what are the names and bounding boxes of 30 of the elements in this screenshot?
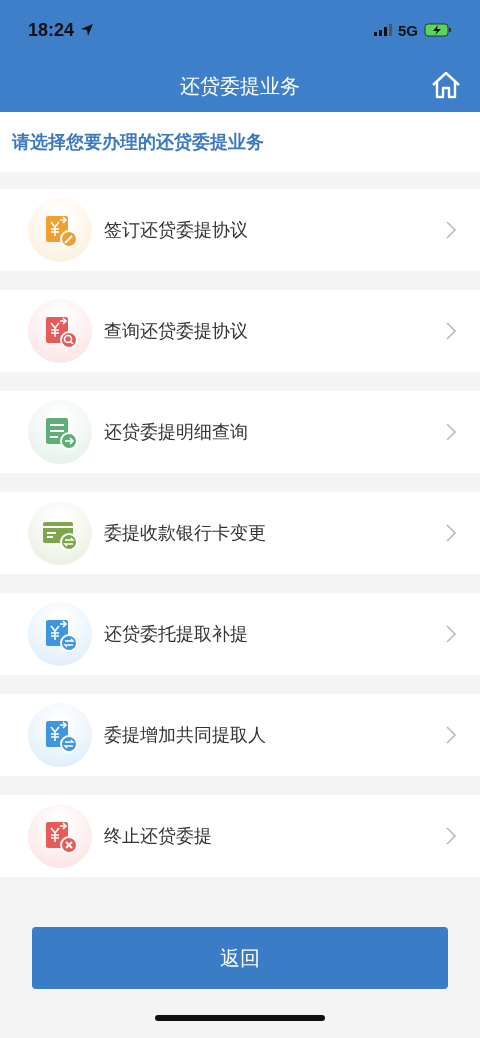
- menu-item[interactable]: 还贷委托提取补提: [0, 593, 480, 675]
- menu-item[interactable]: 还贷委提明细查询: [0, 391, 480, 473]
- menu-item-label: 委提收款银行卡变更: [104, 521, 267, 545]
- chevron-right-icon: [446, 726, 456, 744]
- chevron-right-icon: [446, 221, 456, 239]
- page-title: 还贷委提业务: [180, 72, 300, 100]
- battery-charging-icon: [424, 23, 452, 37]
- location-arrow-icon: [80, 23, 95, 37]
- menu-item-label: 终止还贷委提: [104, 824, 213, 848]
- menu-item[interactable]: 委提收款银行卡变更: [0, 492, 480, 574]
- chevron-right-icon: [446, 625, 456, 643]
- menu-item-label: 还贷委提明细查询: [104, 420, 249, 444]
- menu-item-label: 查询还贷委提协议: [104, 319, 249, 343]
- section-prompt: 请选择您要办理的还贷委提业务: [12, 130, 264, 154]
- menu-item-label: 签订还贷委提协议: [104, 218, 249, 242]
- network-label: 5G: [398, 21, 418, 39]
- chevron-right-icon: [446, 827, 456, 845]
- chevron-right-icon: [446, 423, 456, 441]
- status-time: 18:24: [28, 19, 75, 41]
- menu-item-label: 还贷委托提取补提: [104, 622, 249, 646]
- menu-item[interactable]: 查询还贷委提协议: [0, 290, 480, 372]
- signal-icon: [374, 24, 392, 36]
- chevron-right-icon: [446, 322, 456, 340]
- menu-item[interactable]: 终止还贷委提: [0, 795, 480, 877]
- menu-item[interactable]: 委提增加共同提取人: [0, 694, 480, 776]
- back-button[interactable]: 返回: [32, 927, 448, 989]
- home-button[interactable]: [430, 70, 462, 100]
- menu-item[interactable]: 签订还贷委提协议: [0, 189, 480, 271]
- chevron-right-icon: [446, 524, 456, 542]
- menu-item-label: 委提增加共同提取人: [104, 723, 267, 747]
